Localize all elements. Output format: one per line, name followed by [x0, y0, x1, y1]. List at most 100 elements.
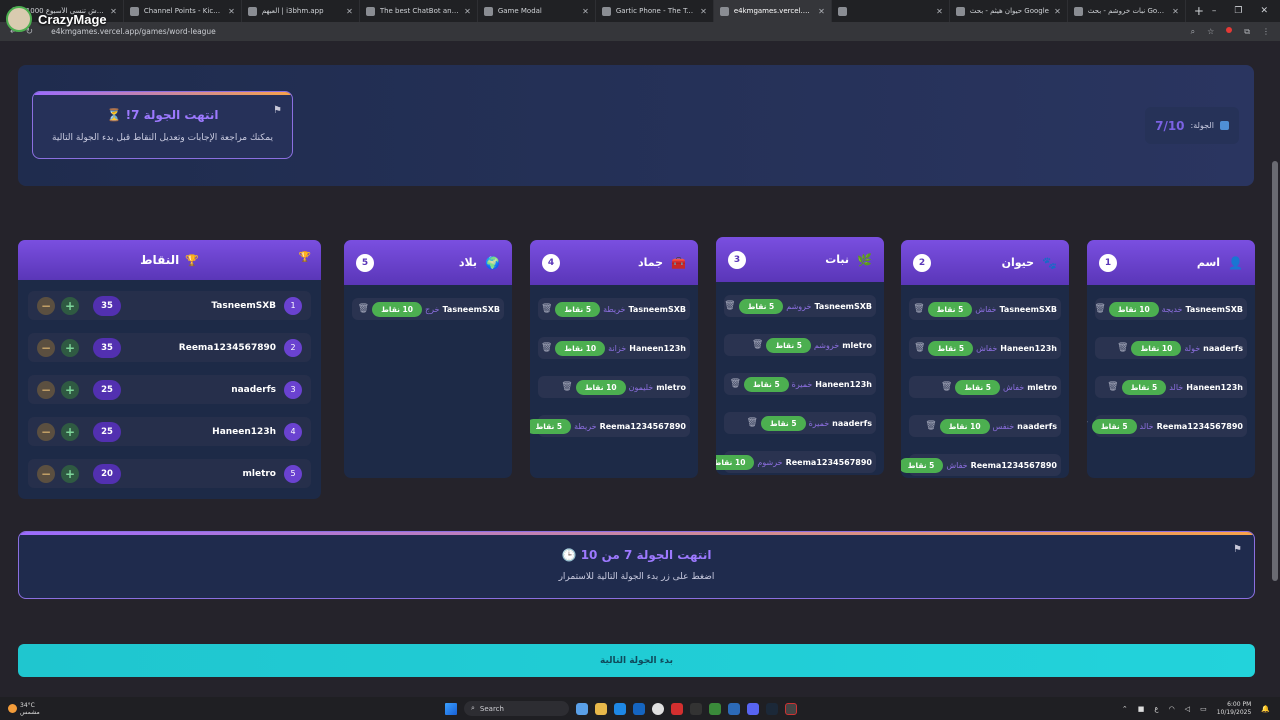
increase-score-button[interactable]: +	[61, 380, 79, 399]
points-badge[interactable]: 10 نقاط	[716, 454, 755, 470]
app-blue-icon[interactable]	[728, 702, 740, 715]
trash-icon[interactable]: 🗑	[541, 343, 552, 353]
minimize-button[interactable]: –	[1212, 6, 1217, 16]
points-badge[interactable]: 10 نقاط	[372, 301, 422, 317]
task-view-icon[interactable]	[576, 702, 588, 715]
trash-icon[interactable]: 🗑	[541, 304, 552, 314]
close-icon[interactable]: ✕	[228, 7, 235, 16]
points-badge[interactable]: 10 نقاط	[1108, 301, 1159, 317]
extension-icon[interactable]	[1226, 26, 1233, 33]
answer-player: TasneemSXB	[442, 304, 501, 314]
trash-icon[interactable]: 🗑	[724, 301, 735, 311]
tray-chevron-icon[interactable]: ⌃	[1122, 705, 1128, 713]
trash-icon[interactable]: 🗑	[925, 421, 936, 431]
decrease-score-button[interactable]: −	[37, 296, 55, 315]
points-badge[interactable]: 5 نقاط	[927, 301, 973, 317]
battery-icon[interactable]: ▭	[1200, 705, 1207, 713]
trash-icon[interactable]: 🗑	[730, 379, 741, 389]
language-indicator[interactable]: ع	[1154, 705, 1158, 713]
xbox-icon[interactable]	[709, 702, 721, 715]
outlook-icon[interactable]	[633, 702, 645, 715]
points-badge[interactable]: 5 نقاط	[766, 337, 811, 353]
browser-tab[interactable]: The best ChatBot and Widgets ✕	[360, 0, 478, 22]
trash-icon[interactable]: 🗑	[913, 304, 924, 314]
new-tab-button[interactable]: +	[1186, 4, 1212, 18]
points-badge[interactable]: 5 نقاط	[901, 457, 944, 473]
points-badge[interactable]: 10 نقاط	[939, 418, 990, 434]
points-badge[interactable]: 5 نقاط	[928, 340, 974, 356]
close-window-button[interactable]: ✕	[1260, 6, 1268, 16]
browser-tab[interactable]: Gartic Phone - The Telephone ✕	[596, 0, 714, 22]
close-icon[interactable]: ✕	[818, 7, 825, 16]
points-badge[interactable]: 5 نقاط	[1121, 379, 1167, 395]
steam-icon[interactable]	[766, 702, 778, 715]
trash-icon[interactable]: 🗑	[914, 343, 925, 353]
trash-icon[interactable]: 🗑	[358, 304, 369, 314]
weather-widget[interactable]: 34°C مشمس	[0, 702, 200, 716]
browser-tab[interactable]: ✕	[832, 0, 950, 22]
points-badge[interactable]: 10 نقاط	[575, 379, 626, 395]
decrease-score-button[interactable]: −	[37, 338, 55, 357]
chrome-icon[interactable]	[652, 702, 664, 715]
trash-icon[interactable]: 🗑	[1107, 382, 1118, 392]
discord-icon[interactable]	[747, 702, 759, 715]
decrease-score-button[interactable]: −	[37, 380, 55, 399]
points-badge[interactable]: 10 نقاط	[555, 340, 606, 356]
capcut-icon[interactable]	[690, 702, 702, 715]
increase-score-button[interactable]: +	[61, 422, 79, 441]
decrease-score-button[interactable]: −	[37, 464, 55, 483]
menu-icon[interactable]: ⋮	[1262, 27, 1270, 37]
increase-score-button[interactable]: +	[61, 296, 79, 315]
decrease-score-button[interactable]: −	[37, 422, 55, 441]
trash-icon[interactable]: 🗑	[1094, 304, 1105, 314]
bookmark-star-icon[interactable]: ☆	[1207, 27, 1214, 37]
file-explorer-icon[interactable]	[595, 702, 607, 715]
browser-tab[interactable]: e4kmgames.vercel.app/games/ ✕	[713, 0, 832, 22]
edge-icon[interactable]	[614, 702, 626, 715]
zoom-icon[interactable]: ⌕	[1191, 27, 1195, 37]
trash-icon[interactable]: 🗑	[941, 382, 952, 392]
trash-icon[interactable]: 🗑	[561, 382, 572, 392]
trash-icon[interactable]: 🗑	[752, 340, 763, 350]
browser-tab[interactable]: Channel Points - Kick Dashboard ✕	[124, 0, 242, 22]
points-badge[interactable]: 5 نقاط	[555, 301, 601, 317]
trash-icon[interactable]: 🗑	[1087, 421, 1089, 431]
close-icon[interactable]: ✕	[700, 7, 707, 16]
close-icon[interactable]: ✕	[1172, 7, 1179, 16]
points-badge[interactable]: 5 نقاط	[760, 415, 806, 431]
browser-tab[interactable]: العبهم | i3bhm.app ✕	[242, 0, 360, 22]
close-icon[interactable]: ✕	[1054, 7, 1061, 16]
increase-score-button[interactable]: +	[61, 464, 79, 483]
trash-icon[interactable]: 🗑	[746, 418, 757, 428]
browser-tab[interactable]: Game Modal ✕	[478, 0, 596, 22]
points-badge[interactable]: 5 نقاط	[1091, 418, 1137, 434]
close-icon[interactable]: ✕	[346, 7, 353, 16]
clock[interactable]: 6:00 PM 10/19/2025	[1217, 701, 1252, 717]
tray-app-icon[interactable]: ■	[1138, 705, 1145, 713]
points-badge[interactable]: 5 نقاط	[744, 376, 789, 392]
volume-icon[interactable]: ◁	[1185, 705, 1190, 713]
browser-tab[interactable]: نبات خروشم - بحث Google ✕	[1068, 0, 1186, 22]
close-icon[interactable]: ✕	[936, 7, 943, 16]
extensions-puzzle-icon[interactable]: ⧉	[1244, 27, 1250, 37]
maximize-button[interactable]: ❐	[1234, 6, 1242, 16]
obs-icon[interactable]	[785, 702, 797, 715]
windows-start-icon[interactable]	[445, 702, 457, 715]
page-scrollbar[interactable]	[1272, 161, 1278, 581]
points-badge[interactable]: 5 نقاط	[530, 418, 572, 434]
close-icon[interactable]: ✕	[110, 7, 117, 16]
wifi-icon[interactable]: ◠	[1169, 705, 1175, 713]
close-icon[interactable]: ✕	[582, 7, 589, 16]
trash-icon[interactable]: 🗑	[1117, 343, 1128, 353]
points-badge[interactable]: 10 نقاط	[1131, 340, 1182, 356]
app-m-icon[interactable]	[671, 702, 683, 715]
browser-tab[interactable]: حيوان هيثم - بحث Google ✕	[950, 0, 1068, 22]
increase-score-button[interactable]: +	[61, 338, 79, 357]
points-badge[interactable]: 5 نقاط	[955, 379, 1001, 395]
taskbar-search[interactable]: ⌕ Search	[464, 701, 569, 716]
close-icon[interactable]: ✕	[464, 7, 471, 16]
category-column: 🌍 بلاد 5 TasneemSXB خرج 10 نقاط 🗑	[344, 240, 512, 478]
points-badge[interactable]: 5 نقاط	[738, 298, 784, 314]
notification-icon[interactable]: 🔔	[1261, 705, 1270, 713]
next-round-button[interactable]: بدء الجولة التالية	[18, 644, 1255, 677]
